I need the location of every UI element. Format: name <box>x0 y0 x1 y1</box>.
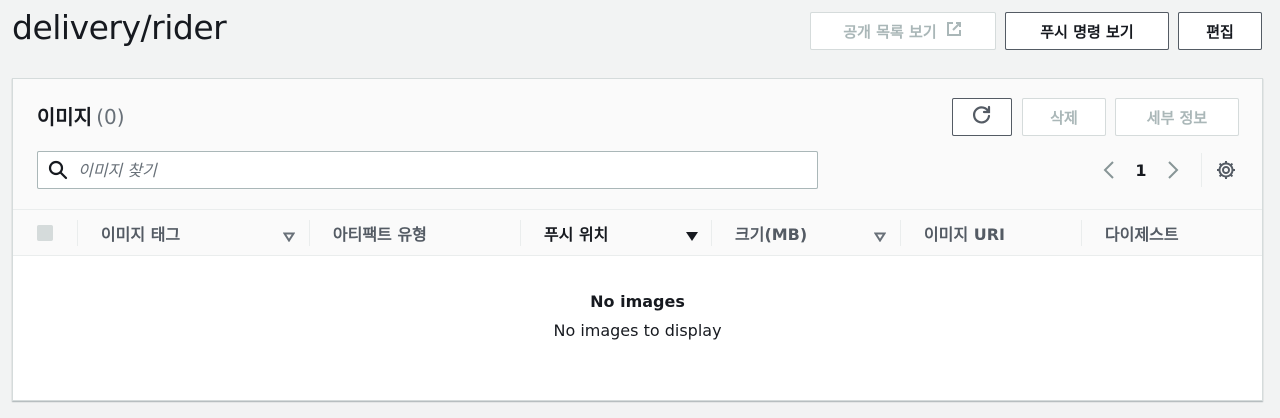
delete-button[interactable]: 삭제 <box>1022 98 1106 136</box>
empty-state-description: No images to display <box>553 321 722 340</box>
details-button[interactable]: 세부 정보 <box>1115 98 1239 136</box>
gear-icon <box>1217 161 1235 179</box>
column-separator <box>900 220 901 246</box>
column-separator <box>77 220 78 246</box>
column-digest: 다이제스트 <box>1081 210 1264 256</box>
column-image-tag[interactable]: 이미지 태그 <box>77 210 309 256</box>
column-separator <box>1081 220 1082 246</box>
column-separator <box>711 220 712 246</box>
sort-caret-icon[interactable] <box>282 227 296 246</box>
chevron-left-icon <box>1103 161 1114 179</box>
page-title: delivery/rider <box>12 8 227 47</box>
public-gallery-button[interactable]: 공개 목록 보기 <box>810 12 996 50</box>
edit-button[interactable]: 편집 <box>1178 12 1262 50</box>
column-label: 아티팩트 유형 <box>333 225 427 244</box>
public-gallery-label: 공개 목록 보기 <box>843 22 937 41</box>
column-separator <box>520 220 521 246</box>
column-label: 크기(MB) <box>735 225 808 244</box>
table-header: 이미지 태그 아티팩트 유형 푸시 위치 크기(MB) 이미지 URI 다이제스… <box>13 210 1262 256</box>
sort-caret-icon[interactable] <box>873 227 887 246</box>
search-icon <box>38 160 78 180</box>
column-label: 푸시 위치 <box>544 225 609 244</box>
chevron-right-icon <box>1168 161 1179 179</box>
refresh-icon <box>971 104 993 130</box>
external-link-icon <box>945 20 963 42</box>
pagination: 1 <box>1097 153 1240 187</box>
pager-divider <box>1201 153 1202 187</box>
refresh-button[interactable] <box>952 98 1012 136</box>
column-pushed-at[interactable]: 푸시 위치 <box>520 210 711 256</box>
sort-descending-icon[interactable] <box>685 227 699 246</box>
column-label: 다이제스트 <box>1105 225 1179 244</box>
current-page-number[interactable]: 1 <box>1121 161 1161 180</box>
panel-title-text: 이미지 <box>37 105 93 129</box>
column-separator <box>309 220 310 246</box>
image-count: (0) <box>96 105 125 129</box>
empty-state-title: No images <box>590 292 685 311</box>
select-all-checkbox[interactable] <box>37 225 53 241</box>
image-search-input[interactable] <box>78 160 798 180</box>
column-label: 이미지 URI <box>924 225 1005 244</box>
view-push-commands-button[interactable]: 푸시 명령 보기 <box>1005 12 1169 50</box>
column-size[interactable]: 크기(MB) <box>711 210 900 256</box>
empty-state: No images No images to display <box>13 256 1262 340</box>
panel-title: 이미지 (0) <box>37 101 125 130</box>
previous-page-button[interactable] <box>1097 155 1121 185</box>
image-search <box>37 151 818 189</box>
panel-header: 이미지 (0) 삭제 세부 정보 이미지 찾기 1 <box>13 79 1262 210</box>
column-image-uri: 이미지 URI <box>900 210 1081 256</box>
column-label: 이미지 태그 <box>101 225 181 244</box>
next-page-button[interactable] <box>1161 155 1185 185</box>
table-preferences-button[interactable] <box>1212 155 1240 185</box>
images-panel: 이미지 (0) 삭제 세부 정보 이미지 찾기 1 이미지 태그 아티팩트 유형… <box>12 78 1263 401</box>
column-artifact-type: 아티팩트 유형 <box>309 210 520 256</box>
